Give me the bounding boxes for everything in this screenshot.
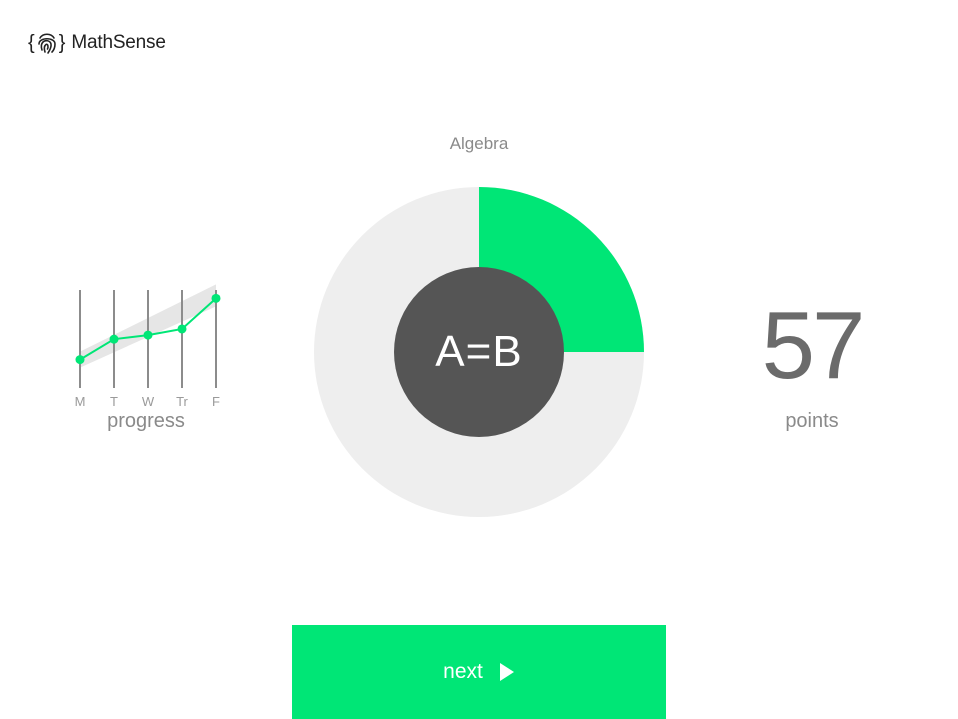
progress-point: [109, 334, 119, 344]
play-icon: [499, 662, 515, 682]
points-label: points: [785, 410, 839, 432]
progress-point: [211, 293, 221, 303]
progress-point: [177, 324, 187, 334]
progress-chart: M T W Tr F: [64, 282, 234, 412]
day-label: T: [110, 394, 118, 409]
progress-label: progress: [107, 410, 185, 432]
fingerprint-icon: { }: [28, 31, 66, 54]
day-label: F: [212, 394, 220, 409]
progress-point: [75, 355, 85, 365]
app-logo[interactable]: { } MathSense: [28, 28, 166, 58]
day-label: M: [75, 394, 86, 409]
progress-point: [143, 330, 153, 340]
day-label: W: [142, 394, 155, 409]
points-value: 57: [761, 292, 866, 399]
next-button[interactable]: next: [292, 625, 666, 719]
day-label: Tr: [176, 394, 188, 409]
app-name: MathSense: [71, 32, 166, 53]
lesson-symbol[interactable]: A=B: [394, 267, 564, 437]
subject-title: Algebra: [449, 134, 509, 153]
main-screen: { } MathSense Algebra A=B M T W Tr F progres…: [0, 0, 958, 719]
next-label: next: [443, 660, 483, 683]
